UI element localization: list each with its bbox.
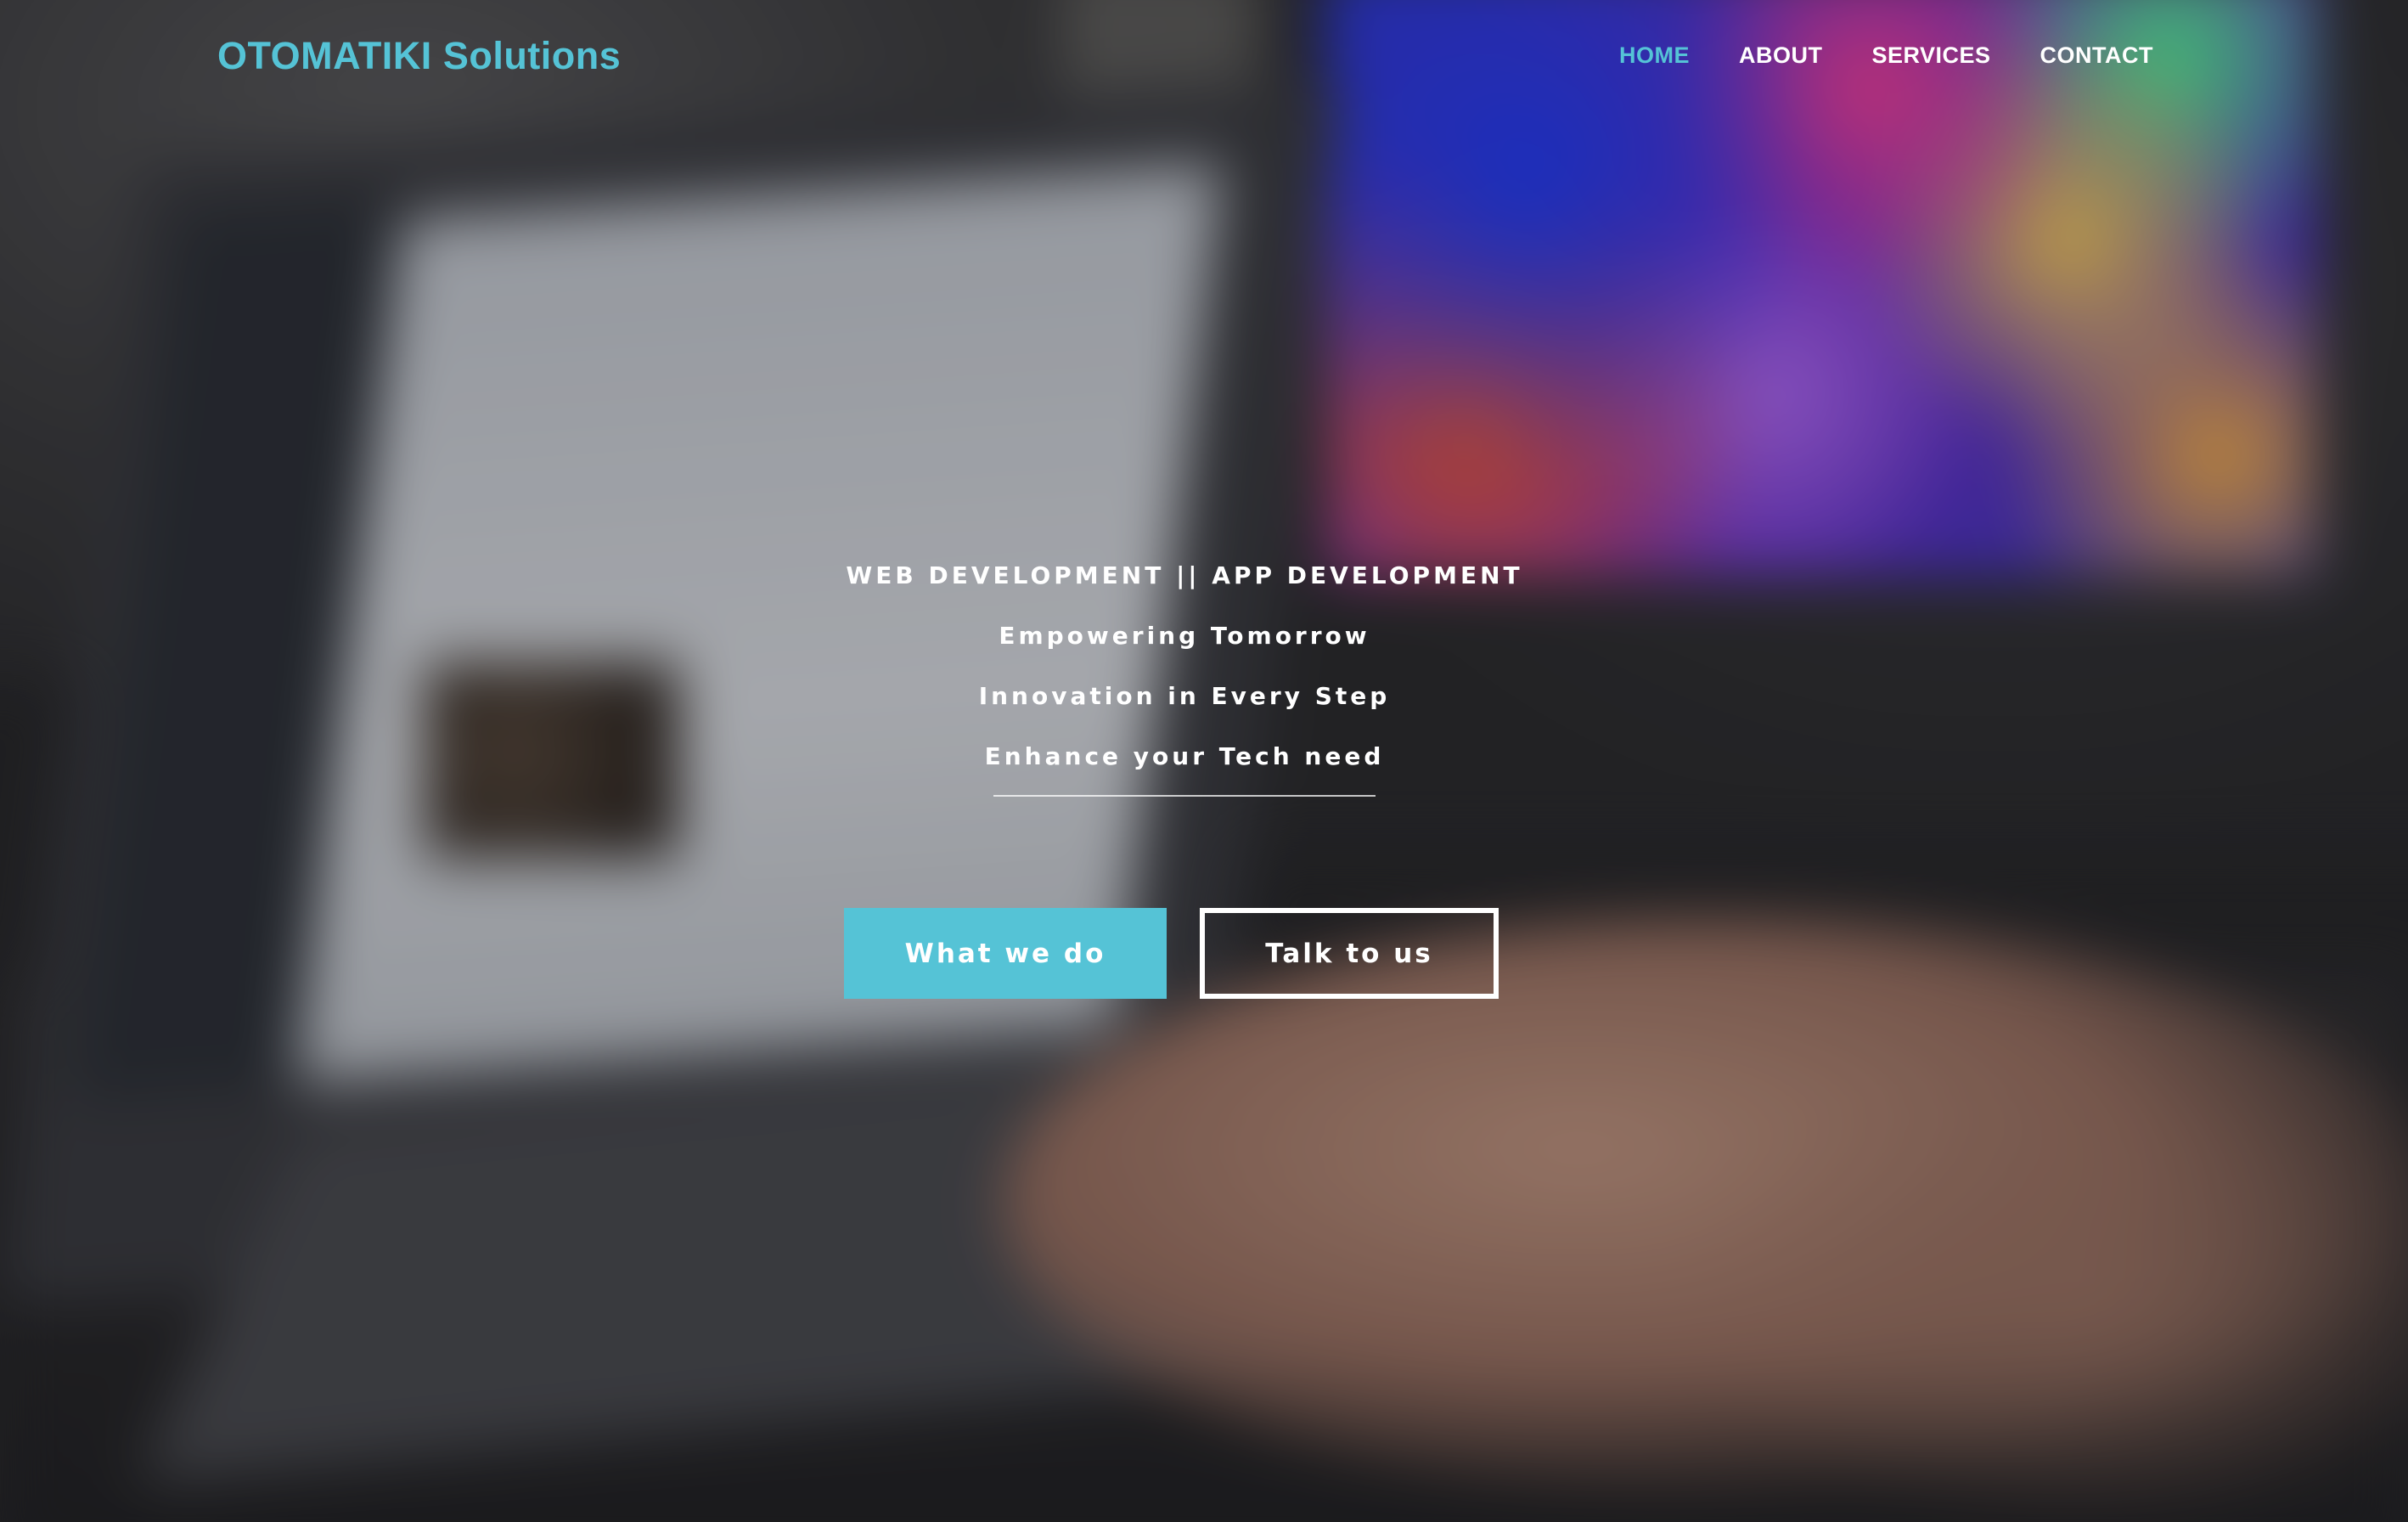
hero-line-1: Empowering Tomorrow [999, 622, 1370, 650]
hero-section: OTOMATIKI Solutions HOME ABOUT SERVICES … [0, 0, 2408, 1522]
brand-logo[interactable]: OTOMATIKI Solutions [217, 34, 621, 78]
nav-item-about[interactable]: ABOUT [1739, 42, 1823, 69]
hero-line-2: Innovation in Every Step [978, 682, 1391, 710]
nav-menu: HOME ABOUT SERVICES CONTACT [1619, 42, 2153, 69]
nav-item-home[interactable]: HOME [1619, 42, 1690, 69]
talk-to-us-button[interactable]: Talk to us [1200, 908, 1499, 999]
nav-item-contact[interactable]: CONTACT [2040, 42, 2153, 69]
navbar: OTOMATIKI Solutions HOME ABOUT SERVICES … [0, 0, 2408, 119]
hero-tagline: WEB DEVELOPMENT || APP DEVELOPMENT [846, 561, 1523, 589]
hero-divider [993, 795, 1376, 797]
hero-line-3: Enhance your Tech need [984, 742, 1385, 770]
what-we-do-button[interactable]: What we do [844, 908, 1167, 999]
nav-item-services[interactable]: SERVICES [1871, 42, 1990, 69]
hero-content: WEB DEVELOPMENT || APP DEVELOPMENT Empow… [0, 557, 2369, 797]
